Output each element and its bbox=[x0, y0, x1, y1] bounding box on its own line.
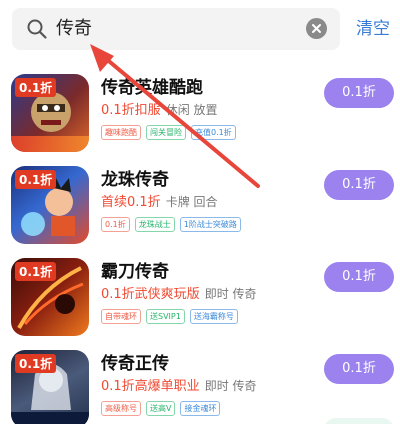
list-item[interactable]: 0.1折 龙珠传奇 首续0.1折 卡牌 回合 0.1折 龙珠战士 1阶战士突破路 … bbox=[0, 166, 400, 256]
icon-badge: 0.1折 bbox=[15, 262, 57, 281]
tag-list: 趣味跑酷 闯关冒险 充值0.1折 bbox=[101, 125, 236, 140]
promo-text: 0.1折扣服 bbox=[101, 103, 161, 118]
list-item[interactable]: 0.1折 传奇正传 0.1折高爆单职业 即时 传奇 高级称号 送高V 接金魂环 0… bbox=[0, 350, 400, 424]
tag: 龙珠战士 bbox=[134, 217, 175, 232]
icon-badge: 0.1折 bbox=[15, 78, 57, 97]
partial-button bbox=[324, 418, 394, 424]
list-item[interactable]: 0.1折 霸刀传奇 0.1折武侠爽玩版 即时 传奇 自带魂环 送SVIP1 送海霸… bbox=[0, 258, 400, 348]
tag: 闯关冒险 bbox=[146, 125, 186, 140]
clear-icon[interactable] bbox=[306, 18, 327, 39]
search-input[interactable]: 传奇 bbox=[56, 17, 92, 41]
game-category: 即时 传奇 bbox=[204, 287, 257, 301]
game-icon[interactable]: 0.1折 bbox=[11, 74, 89, 152]
clear-button[interactable]: 清空 bbox=[356, 18, 390, 40]
discount-button[interactable]: 0.1折 bbox=[324, 354, 394, 384]
game-title[interactable]: 霸刀传奇 bbox=[101, 261, 169, 283]
game-title[interactable]: 龙珠传奇 bbox=[101, 169, 169, 191]
game-category: 休闲 放置 bbox=[165, 103, 218, 117]
search-icon bbox=[27, 19, 47, 39]
game-icon[interactable]: 0.1折 bbox=[11, 258, 89, 336]
list-item[interactable]: 0.1折 传奇英雄酷跑 0.1折扣服 休闲 放置 趣味跑酷 闯关冒险 充值0.1折… bbox=[0, 74, 400, 164]
search-bar[interactable]: 传奇 bbox=[12, 8, 340, 50]
discount-button[interactable]: 0.1折 bbox=[324, 78, 394, 108]
tag-list: 0.1折 龙珠战士 1阶战士突破路 bbox=[101, 217, 241, 232]
icon-strip bbox=[11, 136, 89, 152]
game-category: 即时 传奇 bbox=[204, 379, 257, 393]
discount-button[interactable]: 0.1折 bbox=[324, 262, 394, 292]
tag-list: 自带魂环 送SVIP1 送海霸称号 bbox=[101, 309, 238, 324]
game-meta: 首续0.1折 卡牌 回合 bbox=[101, 193, 218, 212]
game-meta: 0.1折扣服 休闲 放置 bbox=[101, 101, 218, 120]
tag: 接金魂环 bbox=[180, 401, 221, 416]
promo-text: 0.1折武侠爽玩版 bbox=[101, 287, 200, 302]
game-title[interactable]: 传奇英雄酷跑 bbox=[101, 77, 203, 99]
game-icon[interactable]: 0.1折 bbox=[11, 166, 89, 244]
tag: 自带魂环 bbox=[101, 309, 141, 324]
game-icon[interactable]: 0.1折 bbox=[11, 350, 89, 424]
game-category: 卡牌 回合 bbox=[165, 195, 218, 209]
tag: 趣味跑酷 bbox=[101, 125, 141, 140]
tag: 0.1折 bbox=[101, 217, 130, 232]
tag: 送海霸称号 bbox=[189, 309, 238, 324]
icon-badge: 0.1折 bbox=[15, 170, 57, 189]
game-title[interactable]: 传奇正传 bbox=[101, 353, 169, 375]
game-meta: 0.1折武侠爽玩版 即时 传奇 bbox=[101, 285, 257, 304]
tag: 1阶战士突破路 bbox=[179, 217, 241, 232]
discount-button[interactable]: 0.1折 bbox=[324, 170, 394, 200]
tag-list: 高级称号 送高V 接金魂环 bbox=[101, 401, 221, 416]
tag: 送高V bbox=[146, 401, 176, 416]
game-meta: 0.1折高爆单职业 即时 传奇 bbox=[101, 377, 257, 396]
tag: 送SVIP1 bbox=[146, 309, 185, 324]
icon-badge: 0.1折 bbox=[15, 354, 57, 373]
promo-text: 首续0.1折 bbox=[101, 195, 161, 210]
tag: 充值0.1折 bbox=[191, 125, 236, 140]
tag: 高级称号 bbox=[101, 401, 141, 416]
promo-text: 0.1折高爆单职业 bbox=[101, 379, 200, 394]
